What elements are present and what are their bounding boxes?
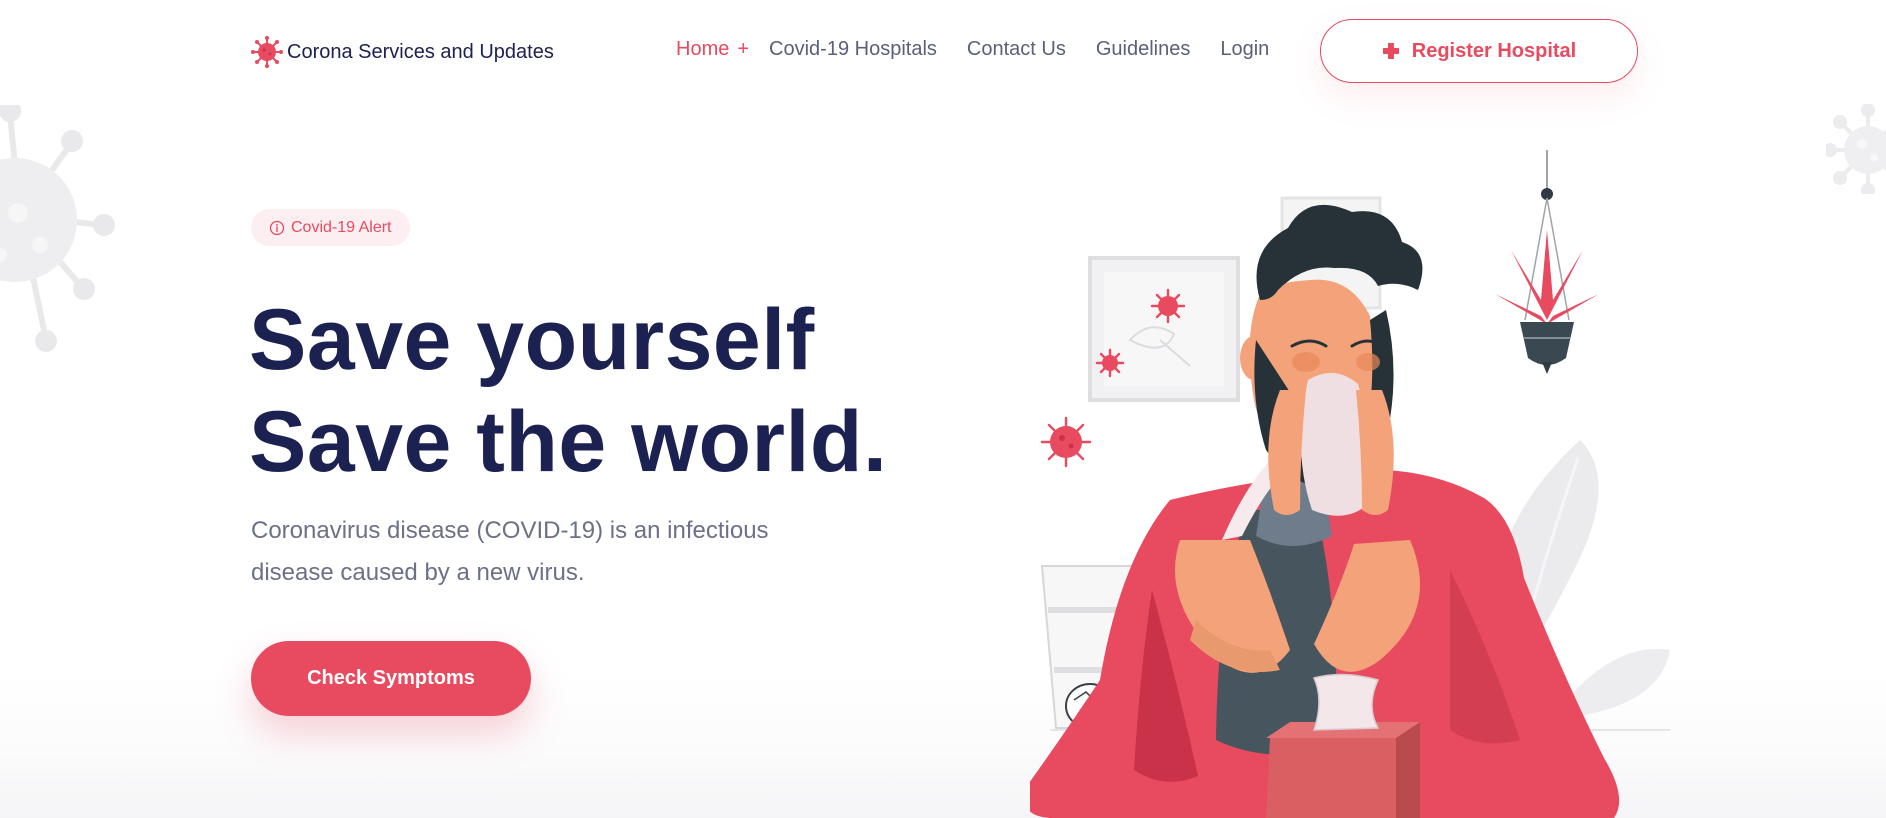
brand-logo[interactable]: Corona Services and Updates — [249, 34, 554, 70]
hero-description-line-2: disease caused by a new virus. — [251, 559, 585, 586]
virus-icon — [249, 34, 285, 70]
brand-name: Corona Services and Updates — [287, 40, 554, 63]
landing-page: Corona Services and Updates Home + Covid-… — [0, 0, 1886, 818]
nav-home-label: Home — [676, 38, 730, 60]
info-circle-icon — [269, 220, 285, 236]
check-symptoms-button[interactable]: Check Symptoms — [251, 641, 531, 716]
nav-login[interactable]: Login — [1220, 38, 1269, 61]
navbar: Corona Services and Updates Home + Covid-… — [0, 0, 1886, 100]
covid-alert-label: Covid-19 Alert — [291, 218, 392, 236]
hero-title: Save yourself Save the world. — [249, 289, 887, 493]
hero-title-line-2: Save the world. — [249, 394, 888, 490]
main-nav: Home + Covid-19 Hospitals Contact Us Guid… — [676, 38, 1299, 61]
hero-title-line-1: Save yourself — [249, 292, 815, 388]
decorative-virus-left — [0, 100, 120, 365]
medical-cross-icon — [1382, 42, 1400, 60]
hero-description: Coronavirus disease (COVID-19) is an inf… — [251, 510, 851, 594]
check-symptoms-label: Check Symptoms — [307, 667, 475, 689]
decorative-virus-right — [1823, 103, 1886, 197]
register-hospital-label: Register Hospital — [1411, 39, 1577, 62]
nav-guidelines[interactable]: Guidelines — [1096, 38, 1191, 61]
nav-home[interactable]: Home + — [676, 38, 749, 61]
nav-covid-hospitals[interactable]: Covid-19 Hospitals — [769, 38, 937, 61]
covid-alert-badge: Covid-19 Alert — [251, 209, 410, 246]
nav-contact-us[interactable]: Contact Us — [967, 38, 1066, 61]
hero-description-line-1: Coronavirus disease (COVID-19) is an inf… — [251, 517, 769, 544]
register-hospital-button[interactable]: Register Hospital — [1320, 19, 1638, 83]
sneezing-man-illustration — [1023, 140, 1680, 818]
nav-home-plus: + — [737, 38, 750, 60]
